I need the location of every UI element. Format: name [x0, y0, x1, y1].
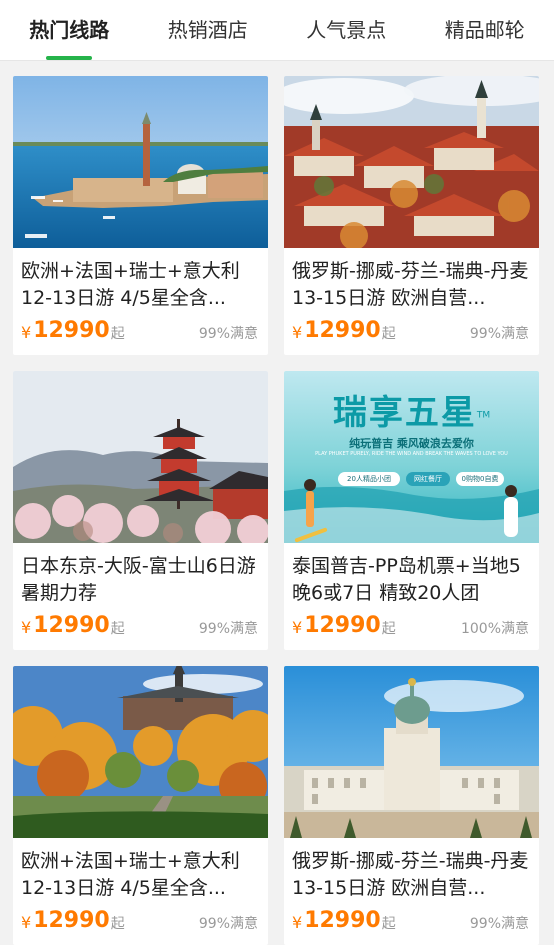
price-value: 12990: [33, 613, 110, 638]
tab-popular-attractions[interactable]: 人气景点: [286, 2, 406, 58]
product-title: 泰国普吉-PP岛机票+当地5晚6或7日 精致20人团: [292, 555, 521, 604]
satisfaction-rate: 100%满意: [460, 621, 529, 637]
satisfaction-rate: 99%满意: [469, 326, 529, 342]
product-title: 欧洲+法国+瑞士+意大利12-13日游 4/5星全含...: [21, 850, 240, 899]
price-value: 12990: [33, 318, 110, 343]
phuket-promo-banner: 瑞享五星TM 纯玩普吉 乘风破浪去爱你 PLAY PHUKET PURELY, …: [284, 371, 539, 543]
product-card[interactable]: 欧洲+法国+瑞士+意大利12-13日游 4/5星全含... ¥12990 起 99…: [13, 666, 268, 945]
tab-bar: 热门线路 热销酒店 人气景点 精品邮轮: [0, 0, 554, 61]
kyoto-pagoda-photo: [13, 371, 268, 543]
tab-hot-hotels[interactable]: 热销酒店: [148, 2, 268, 58]
satisfaction-rate: 99%满意: [198, 621, 258, 637]
price-value: 12990: [304, 908, 381, 933]
product-card[interactable]: 日本东京-大阪-富士山6日游 暑期力荐 ¥12990 起 99%满意: [13, 371, 268, 650]
promo-headline: 瑞享五星: [332, 393, 477, 433]
promo-badge: 网红餐厅: [414, 475, 442, 483]
tallinn-old-town-photo: [284, 76, 539, 248]
product-title: 俄罗斯-挪威-芬兰-瑞典-丹麦13-15日游 欧洲自营...: [292, 260, 529, 309]
price-value: 12990: [304, 613, 381, 638]
product-card[interactable]: 欧洲+法国+瑞士+意大利12-13日游 4/5星全含... ¥12990 起 99…: [13, 76, 268, 355]
product-card[interactable]: 俄罗斯-挪威-芬兰-瑞典-丹麦13-15日游 欧洲自营... ¥12990 起 9…: [284, 666, 539, 945]
satisfaction-rate: 99%满意: [469, 916, 529, 932]
promo-badge: 0购物0自费: [461, 475, 499, 483]
product-title: 俄罗斯-挪威-芬兰-瑞典-丹麦13-15日游 欧洲自营...: [292, 850, 529, 899]
tab-cruises[interactable]: 精品邮轮: [425, 2, 545, 58]
product-card[interactable]: 俄罗斯-挪威-芬兰-瑞典-丹麦13-15日游 欧洲自营... ¥12990 起 9…: [284, 76, 539, 355]
trademark-mark: TM: [476, 410, 491, 421]
price: ¥12990 起: [292, 318, 396, 343]
product-title: 日本东京-大阪-富士山6日游 暑期力荐: [21, 555, 256, 604]
price: ¥12990 起: [21, 318, 125, 343]
tab-popular-routes[interactable]: 热门线路: [9, 2, 129, 58]
promo-subline: 纯玩普吉 乘风破浪去爱你: [349, 437, 474, 450]
price: ¥12990 起: [292, 908, 396, 933]
price: ¥12990 起: [292, 613, 396, 638]
product-title: 欧洲+法国+瑞士+意大利12-13日游 4/5星全含...: [21, 260, 240, 309]
satisfaction-rate: 99%满意: [198, 326, 258, 342]
price: ¥12990 起: [21, 613, 125, 638]
price-value: 12990: [33, 908, 110, 933]
satisfaction-rate: 99%满意: [198, 916, 258, 932]
product-grid: 欧洲+法国+瑞士+意大利12-13日游 4/5星全含... ¥12990 起 99…: [13, 76, 539, 945]
venice-island-photo: [13, 76, 268, 248]
autumn-castle-photo: [13, 666, 268, 838]
price-value: 12990: [304, 318, 381, 343]
promo-english: PLAY PHUKET PURELY, RIDE THE WIND AND BR…: [315, 451, 508, 457]
price: ¥12990 起: [21, 908, 125, 933]
promo-badge: 20人精品小团: [347, 475, 391, 483]
baroque-palace-photo: [284, 666, 539, 838]
product-card[interactable]: 瑞享五星TM 纯玩普吉 乘风破浪去爱你 PLAY PHUKET PURELY, …: [284, 371, 539, 650]
